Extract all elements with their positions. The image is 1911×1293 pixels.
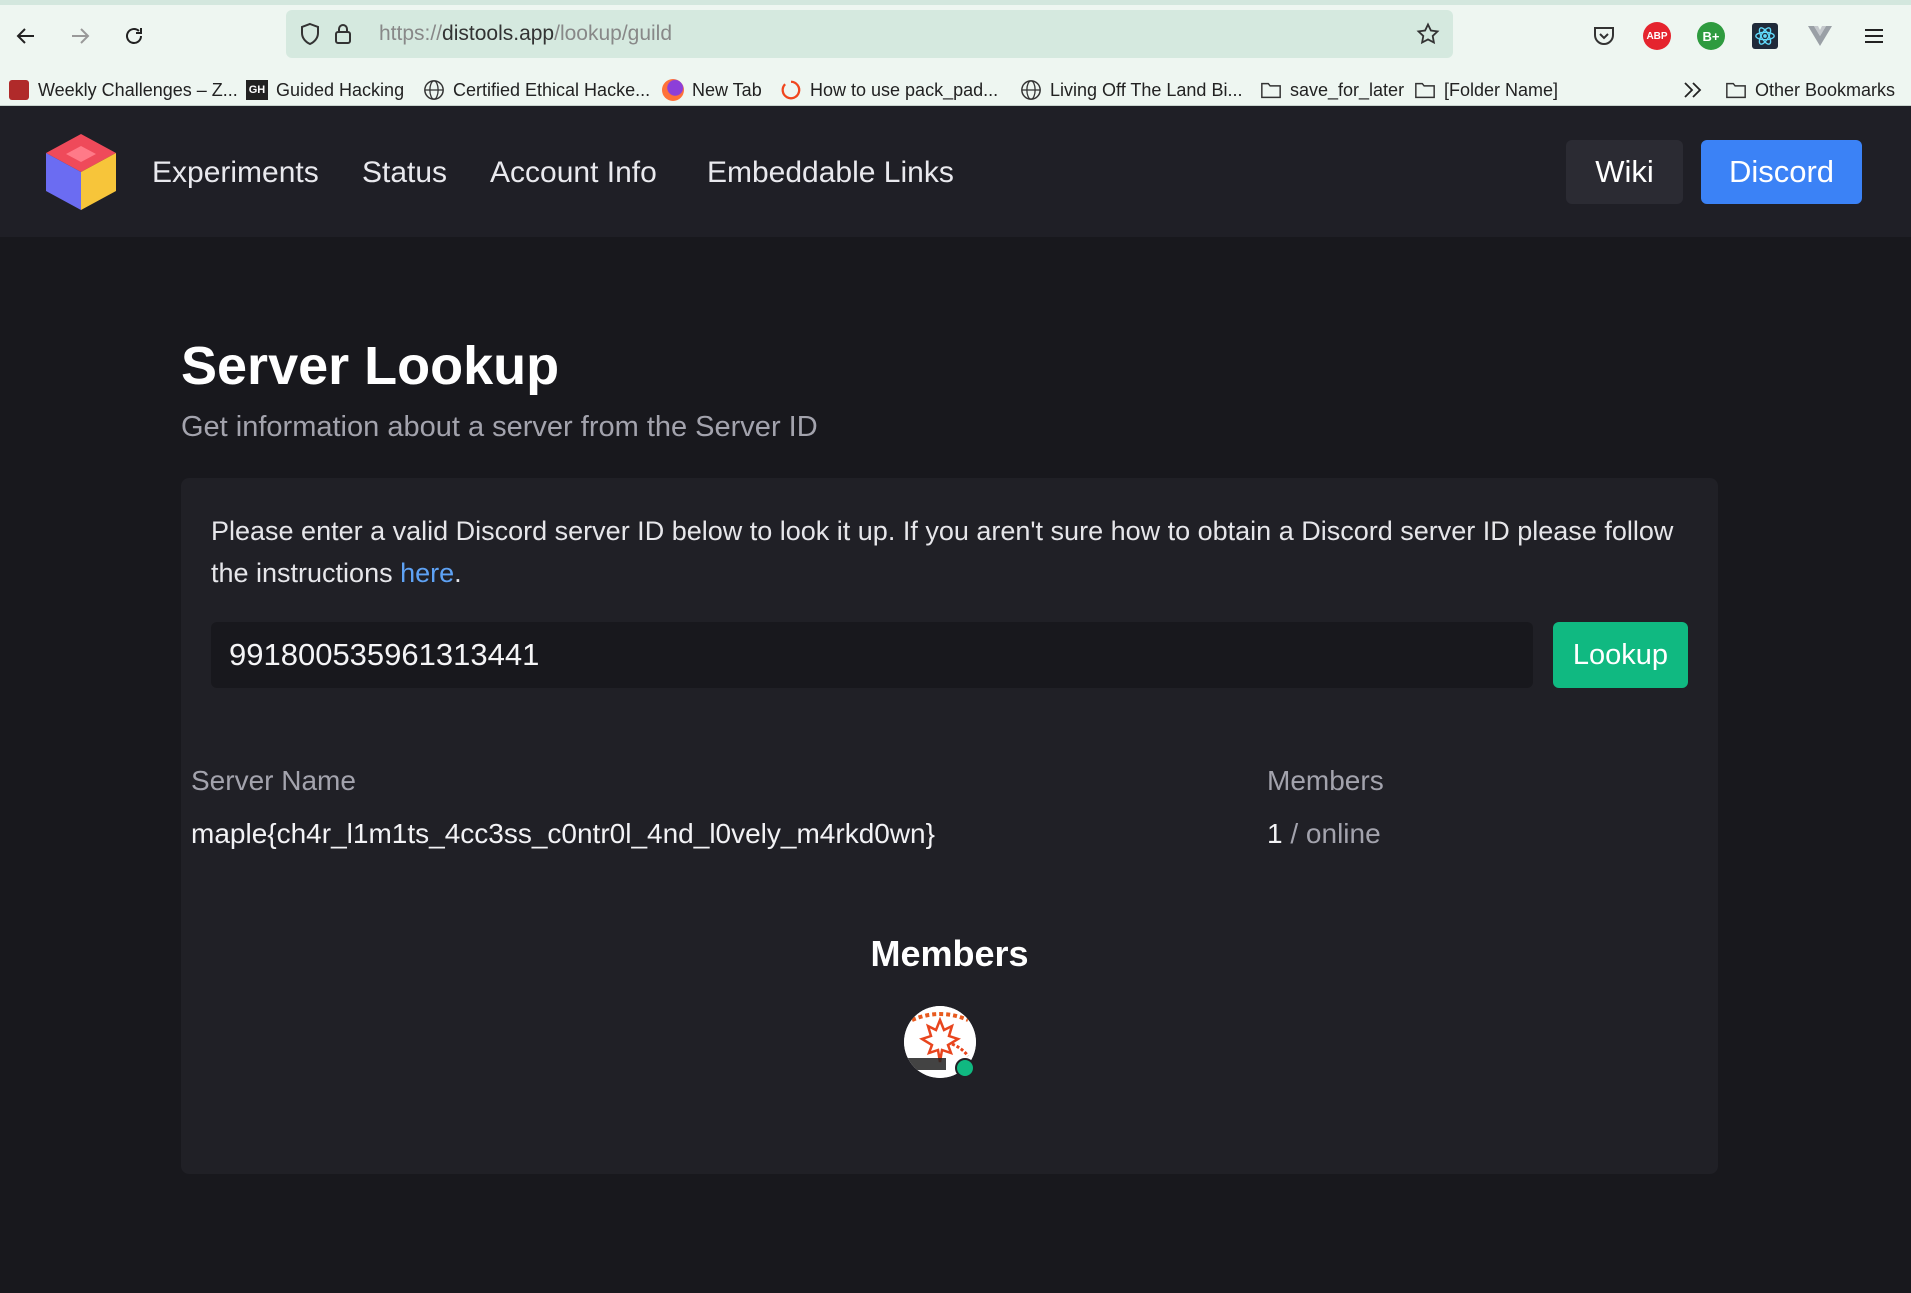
bookmark-label: Guided Hacking [276,79,405,100]
menu-hamburger-icon[interactable] [1860,22,1888,50]
nav-account-info[interactable]: Account Info [490,156,657,190]
vue-devtools-icon[interactable] [1806,22,1834,50]
bookmark-label: Weekly Challenges – Z... [38,79,238,100]
bookmark-item[interactable]: save_for_later [1260,76,1404,104]
adblock-icon[interactable]: ABP [1643,22,1671,50]
nav-embeddable-links[interactable]: Embeddable Links [707,156,954,190]
url-host: distools.app [442,22,555,45]
online-status-dot [955,1058,975,1078]
challenge-icon [8,79,30,101]
member-count: 1 [1267,818,1283,849]
bookmark-label: Living Off The Land Bi... [1050,79,1243,100]
shield-icon[interactable] [298,22,322,46]
folder-icon [1260,79,1282,101]
folder-icon [1725,79,1747,101]
bookmark-star-icon[interactable] [1416,22,1440,46]
lookup-card: Please enter a valid Discord server ID b… [181,478,1718,1174]
back-button[interactable] [9,19,43,53]
bplus-badge: B+ [1697,22,1725,50]
gh-icon: GH [246,79,268,101]
discord-button[interactable]: Discord [1701,140,1862,204]
bookmark-item[interactable]: [Folder Name] [1414,76,1558,104]
globe-icon [423,79,445,101]
bookmark-item[interactable]: New Tab [662,76,762,104]
server-id-input[interactable] [211,622,1533,688]
bookmark-label: Certified Ethical Hacke... [453,79,651,100]
site-header: Experiments Status Account Info Embeddab… [0,106,1911,237]
firefox-icon [662,79,684,101]
page-title: Server Lookup [181,336,560,396]
server-name-value: maple{ch4r_l1m1ts_4cc3ss_c0ntr0l_4nd_l0v… [191,818,935,849]
globe-icon [1020,79,1042,101]
bookmark-item[interactable]: Living Off The Land Bi... [1020,76,1242,104]
url-scheme: https:// [379,22,443,45]
bookmark-label: save_for_later [1290,79,1405,100]
page-subtitle: Get information about a server from the … [181,411,818,443]
bookmark-item[interactable]: Weekly Challenges – Z... [8,76,238,104]
other-bookmarks-label: Other Bookmarks [1755,79,1896,100]
browser-toolbar: https://distools.app/lookup/guild ABP B+ [0,5,1911,63]
address-bar[interactable]: https://distools.app/lookup/guild [286,10,1453,58]
members-heading: Members [870,933,1029,974]
intro-text: Please enter a valid Discord server ID b… [211,510,1681,594]
bookmark-label: New Tab [692,79,762,100]
distools-logo-icon[interactable] [44,132,118,212]
bookmarks-bar: Weekly Challenges – Z... GH Guided Hacki… [0,72,1911,108]
folder-icon [1414,79,1436,101]
bookmark-item[interactable]: How to use pack_pad... [780,76,998,104]
spinner-icon [780,79,802,101]
bookmark-item[interactable]: Certified Ethical Hacke... [423,76,650,104]
lock-icon[interactable] [331,22,355,46]
bookmark-label: [Folder Name] [1444,79,1559,100]
member-count-value: 1 / online [1267,818,1381,850]
forward-button[interactable] [63,19,97,53]
adblock-badge: ABP [1643,22,1671,50]
lookup-button[interactable]: Lookup [1553,622,1688,688]
reload-icon [126,28,142,44]
url-path: /lookup/guild [554,22,673,45]
url-text[interactable]: https://distools.app/lookup/guild [379,22,672,46]
other-bookmarks[interactable]: Other Bookmarks [1725,76,1895,104]
pocket-icon[interactable] [1590,22,1618,50]
wiki-button[interactable]: Wiki [1566,140,1683,204]
nav-status[interactable]: Status [362,156,447,190]
more-bookmarks-chevron-icon[interactable] [1682,76,1704,104]
instructions-link[interactable]: here [400,558,454,588]
column-header-server-name: Server Name [191,765,356,796]
bplus-extension-icon[interactable]: B+ [1697,22,1725,50]
intro-end: . [454,558,462,588]
bookmark-label: How to use pack_pad... [810,79,999,100]
bookmark-item[interactable]: GH Guided Hacking [246,76,404,104]
back-arrow-icon [16,28,34,44]
react-devtools-icon[interactable] [1751,22,1779,50]
member-online-label: / online [1290,818,1381,849]
reload-button[interactable] [117,19,151,53]
forward-arrow-icon [72,28,90,44]
column-header-members: Members [1267,765,1384,796]
browser-chrome: https://distools.app/lookup/guild ABP B+ [0,0,1911,106]
nav-experiments[interactable]: Experiments [152,156,319,190]
